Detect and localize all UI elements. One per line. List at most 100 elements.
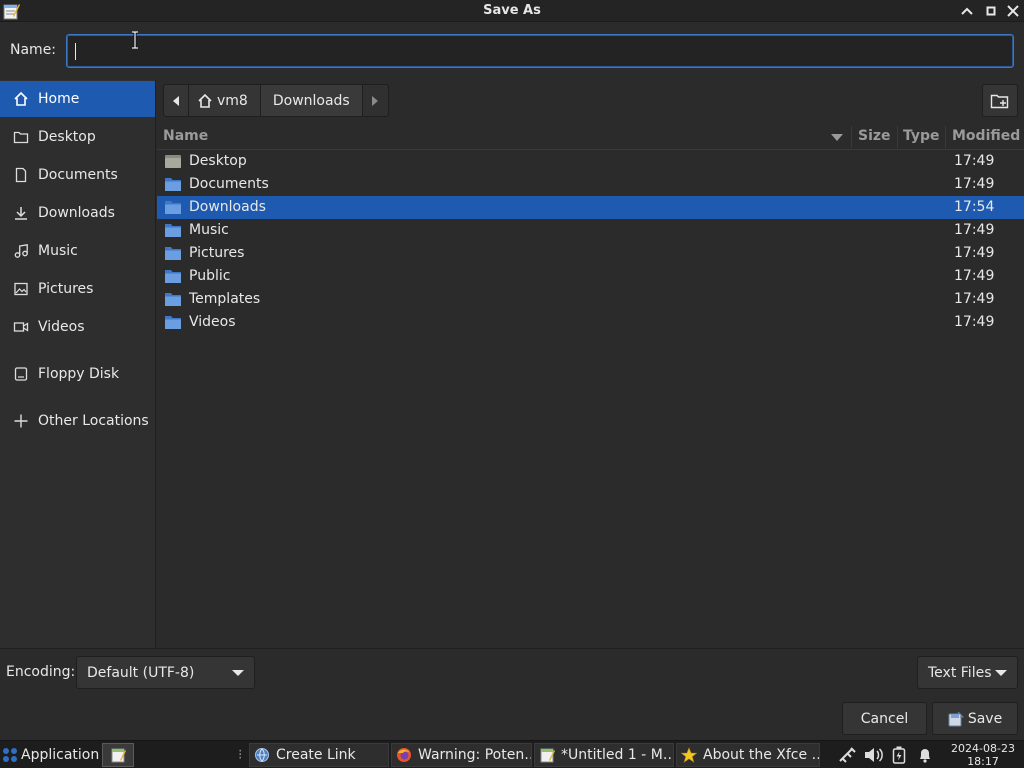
path-back-button[interactable] [163, 84, 189, 117]
close-button[interactable] [1003, 2, 1023, 20]
file-modified: 17:49 [954, 222, 995, 238]
sidebar-item-label: Downloads [38, 205, 115, 221]
task-firefox-warning[interactable]: Warning: Poten… [391, 743, 532, 767]
battery-icon [892, 746, 906, 764]
cancel-button[interactable]: Cancel [842, 702, 927, 735]
file-row-pictures[interactable]: Pictures 17:49 [157, 242, 1024, 265]
clock[interactable]: 2024-08-23 18:17 [946, 742, 1020, 768]
column-header-name[interactable]: Name [163, 128, 208, 144]
network-tray-button[interactable] [838, 743, 858, 767]
file-name: Documents [189, 176, 269, 192]
file-modified: 17:49 [954, 245, 995, 261]
file-row-videos[interactable]: Videos 17:49 [157, 311, 1024, 334]
chevron-up-icon [961, 7, 973, 15]
file-modified: 17:49 [954, 314, 995, 330]
desktop-folder-icon [165, 155, 181, 168]
task-untitled-editor[interactable]: *Untitled 1 - M… [534, 743, 674, 767]
sidebar-item-label: Other Locations [38, 413, 149, 429]
file-name: Templates [189, 291, 261, 307]
file-row-public[interactable]: Public 17:49 [157, 265, 1024, 288]
notifications-tray-button[interactable] [918, 743, 936, 767]
sidebar-item-downloads[interactable]: Downloads [0, 195, 155, 231]
sidebar-item-home[interactable]: Home [0, 81, 155, 117]
taskbar-separator-handle: ⁝ [238, 747, 243, 763]
close-icon [1007, 5, 1019, 17]
save-button[interactable]: Save [932, 702, 1018, 735]
name-label: Name: [10, 42, 57, 58]
clock-time: 18:17 [967, 755, 999, 768]
file-modified: 17:49 [954, 153, 995, 169]
sort-descending-icon[interactable] [831, 134, 843, 141]
file-row-music[interactable]: Music 17:49 [157, 219, 1024, 242]
window-title: Save As [483, 3, 541, 18]
folder-icon [165, 224, 181, 237]
xfce-menu-icon [3, 748, 17, 762]
dropdown-arrow-icon [995, 670, 1007, 676]
sidebar-item-pictures[interactable]: Pictures [0, 271, 155, 307]
clock-date: 2024-08-23 [951, 742, 1015, 755]
file-name: Public [189, 268, 231, 284]
volume-tray-button[interactable] [864, 743, 886, 767]
taskbar: Applications ⁝ Create Link Warning: Pote… [0, 740, 1024, 768]
task-label: About the Xfce … [703, 747, 820, 763]
folder-icon [165, 201, 181, 214]
sidebar-item-label: Documents [38, 167, 118, 183]
column-header-size[interactable]: Size [858, 128, 891, 144]
task-create-link[interactable]: Create Link [249, 743, 389, 767]
folder-icon [13, 131, 29, 144]
sidebar-item-videos[interactable]: Videos [0, 309, 155, 345]
folder-icon [165, 247, 181, 260]
column-header-modified[interactable]: Modified [952, 128, 1020, 144]
file-row-templates[interactable]: Templates 17:49 [157, 288, 1024, 311]
path-segment-current[interactable]: Downloads [260, 84, 363, 117]
filename-input[interactable] [66, 34, 1014, 68]
text-cursor-icon [132, 31, 138, 49]
path-segment-home[interactable]: vm8 [189, 84, 261, 117]
column-header-type[interactable]: Type [903, 128, 940, 144]
applications-menu-button[interactable]: Applications [2, 743, 100, 767]
path-forward-button[interactable] [362, 84, 389, 117]
sidebar-item-documents[interactable]: Documents [0, 157, 155, 193]
file-name: Videos [189, 314, 236, 330]
task-about-xfce[interactable]: About the Xfce … [676, 743, 820, 767]
sidebar-item-label: Music [38, 243, 78, 259]
title-bar: Save As [0, 0, 1024, 22]
new-folder-button[interactable] [982, 84, 1018, 117]
battery-tray-button[interactable] [892, 743, 910, 767]
folder-icon [165, 293, 181, 306]
sidebar-item-floppy-disk[interactable]: Floppy Disk [0, 356, 155, 392]
sidebar-item-label: Pictures [38, 281, 94, 297]
star-icon [681, 747, 697, 763]
filter-value: Text Files [928, 664, 992, 681]
chevron-left-icon [173, 95, 179, 106]
dropdown-arrow-icon [232, 670, 244, 676]
sidebar-item-music[interactable]: Music [0, 233, 155, 269]
file-modified: 17:49 [954, 291, 995, 307]
encoding-label: Encoding: [6, 664, 76, 680]
file-name: Music [189, 222, 229, 238]
file-type-filter-dropdown[interactable]: Text Files [917, 656, 1018, 689]
file-row-documents[interactable]: Documents 17:49 [157, 173, 1024, 196]
sidebar-item-label: Home [38, 91, 80, 107]
sidebar-item-desktop[interactable]: Desktop [0, 119, 155, 155]
encoding-dropdown[interactable]: Default (UTF-8) [76, 656, 255, 689]
folder-icon [165, 178, 181, 191]
sidebar-item-label: Videos [38, 319, 85, 335]
bell-icon [920, 749, 930, 763]
text-caret [75, 43, 76, 60]
picture-icon [14, 282, 28, 296]
file-row-desktop[interactable]: Desktop 17:49 [157, 150, 1024, 173]
editor-icon [540, 748, 555, 763]
file-row-downloads[interactable]: Downloads 17:54 [157, 196, 1024, 219]
collapse-button[interactable] [957, 2, 977, 20]
sidebar-item-other-locations[interactable]: Other Locations [0, 403, 155, 439]
path-bar: vm8 Downloads [163, 84, 389, 117]
plus-icon [14, 414, 28, 428]
new-folder-icon [990, 94, 1009, 108]
maximize-button[interactable] [981, 2, 1001, 20]
task-label: Warning: Poten… [418, 747, 532, 763]
launcher-text-editor[interactable] [102, 743, 134, 767]
volume-icon [865, 748, 883, 762]
editor-icon [111, 748, 126, 763]
task-label: *Untitled 1 - M… [561, 747, 674, 763]
